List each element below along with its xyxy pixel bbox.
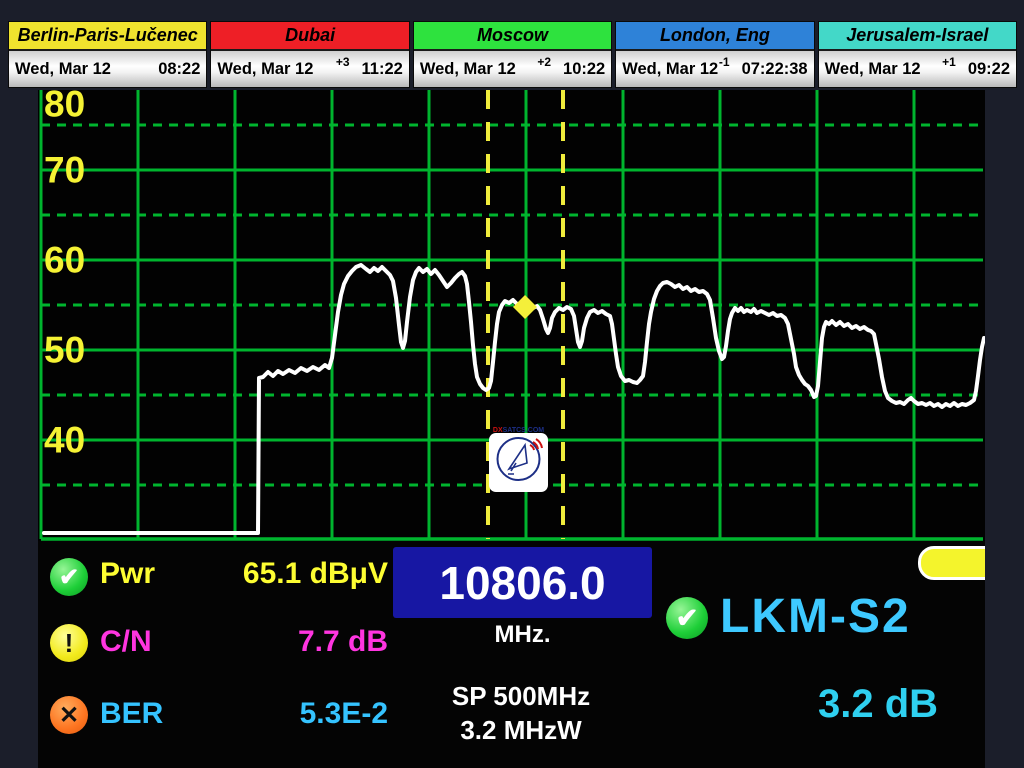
clock-header: Jerusalem-Israel: [819, 22, 1016, 51]
clock-time: 11:22: [362, 60, 403, 79]
clock-time: 10:22: [563, 60, 605, 79]
clock-time: 07:22:38: [742, 60, 808, 79]
dxsatcs-logo: DXSATCS.COM: [489, 433, 548, 492]
pwr-status-check-icon: ✔: [50, 558, 88, 596]
clock-utc-offset: +1: [942, 55, 956, 69]
frequency-unit: MHz.: [393, 621, 652, 649]
ber-cross-icon: ✕: [50, 696, 88, 734]
clock-body: Wed, Mar 12 +1 09:22: [819, 51, 1016, 87]
clock-panel: Jerusalem-Israel Wed, Mar 12 +1 09:22: [818, 21, 1017, 88]
clock-panel: Moscow Wed, Mar 12 +2 10:22: [413, 21, 612, 88]
clock-utc-offset: -1: [719, 55, 730, 69]
cn-label: C/N: [100, 625, 152, 659]
pwr-value: 65.1 dBμV: [188, 557, 388, 591]
spectrum-plot: 80 70 60 50 40 DXSATCS.COM: [38, 90, 985, 541]
pwr-label: Pwr: [100, 557, 155, 591]
clock-time: 08:22: [158, 60, 200, 79]
satellite-dish-icon: [489, 433, 548, 485]
yellow-pill-button[interactable]: [918, 546, 985, 580]
clock-body: Wed, Mar 12 08:22: [9, 51, 206, 87]
clock-date: Wed, Mar 12: [825, 60, 921, 79]
clock-body: Wed, Mar 12 -1 07:22:38: [616, 51, 813, 87]
clock-header: Moscow: [414, 22, 611, 51]
clock-header: London, Eng: [616, 22, 813, 51]
bandwidth-setting: 3.2 MHzW: [406, 715, 636, 746]
y-axis-tick-label: 60: [44, 240, 85, 281]
frequency-value: 10806.0: [439, 556, 605, 610]
clock-utc-offset: +2: [537, 55, 551, 69]
frequency-field[interactable]: 10806.0: [393, 547, 652, 618]
clock-panel: London, Eng Wed, Mar 12 -1 07:22:38: [615, 21, 814, 88]
clock-date: Wed, Mar 12: [622, 60, 718, 79]
y-axis-tick-label: 50: [44, 330, 85, 371]
clock-city-label: London, Eng: [660, 25, 770, 46]
signal-standard-label: LKM-S2: [720, 589, 911, 644]
cn-value: 7.7 dB: [188, 625, 388, 659]
clock-date: Wed, Mar 12: [420, 60, 516, 79]
clock-panel: Berlin-Paris-Lučenec Wed, Mar 12 08:22: [8, 21, 207, 88]
clock-header: Berlin-Paris-Lučenec: [9, 22, 206, 51]
signal-lock-check-icon: ✔: [666, 597, 708, 639]
clock-city-label: Jerusalem-Israel: [846, 25, 988, 46]
y-axis-tick-label: 40: [44, 420, 85, 461]
cn-warning-icon: !: [50, 624, 88, 662]
clock-city-label: Moscow: [477, 25, 548, 46]
ber-label: BER: [100, 697, 163, 731]
clock-body: Wed, Mar 12 +3 11:22: [211, 51, 408, 87]
clock-city-label: Dubai: [285, 25, 335, 46]
readings-panel: ✔ Pwr 65.1 dBμV 10806.0 MHz. ! C/N 7.7 d…: [38, 541, 985, 768]
meter-screen: Berlin-Paris-Lučenec Wed, Mar 12 08:22 D…: [0, 0, 1024, 768]
link-margin-value: 3.2 dB: [818, 682, 938, 727]
span-setting: SP 500MHz: [406, 681, 636, 712]
clock-body: Wed, Mar 12 +2 10:22: [414, 51, 611, 87]
y-axis-tick-label: 80: [44, 90, 85, 125]
clock-date: Wed, Mar 12: [15, 60, 111, 79]
ber-value: 5.3E-2: [188, 697, 388, 731]
clock-panel: Dubai Wed, Mar 12 +3 11:22: [210, 21, 409, 88]
clock-time: 09:22: [968, 60, 1010, 79]
clock-utc-offset: +3: [336, 55, 350, 69]
clock-city-label: Berlin-Paris-Lučenec: [18, 25, 198, 46]
clock-date: Wed, Mar 12: [217, 60, 313, 79]
y-axis-tick-label: 70: [44, 150, 85, 191]
clock-header: Dubai: [211, 22, 408, 51]
world-clock-bar: Berlin-Paris-Lučenec Wed, Mar 12 08:22 D…: [8, 21, 1017, 88]
